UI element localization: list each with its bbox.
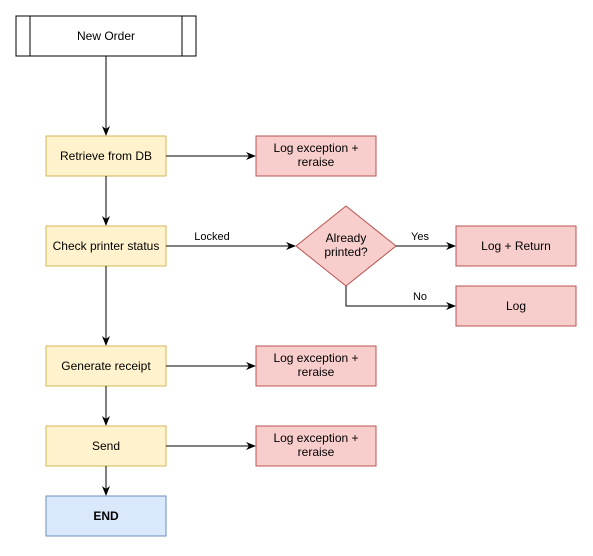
end-label: END bbox=[93, 509, 119, 523]
send-label: Send bbox=[92, 439, 120, 453]
node-start: New Order bbox=[16, 16, 196, 56]
node-logreturn: Log + Return bbox=[456, 226, 576, 266]
flowchart-canvas: New Order Retrieve from DB Log exception… bbox=[0, 0, 593, 556]
err-generate-l1: Log exception + bbox=[273, 351, 358, 365]
log-label: Log bbox=[506, 299, 526, 313]
retrieve-label: Retrieve from DB bbox=[60, 149, 152, 163]
node-err-retrieve: Log exception + reraise bbox=[256, 136, 376, 176]
node-generate: Generate receipt bbox=[46, 346, 166, 386]
err-send-l1: Log exception + bbox=[273, 431, 358, 445]
err-retrieve-l2: reraise bbox=[298, 155, 335, 169]
decision-l1: Already bbox=[326, 231, 367, 245]
node-err-send: Log exception + reraise bbox=[256, 426, 376, 466]
node-check: Check printer status bbox=[46, 226, 166, 266]
err-send-l2: reraise bbox=[298, 445, 335, 459]
node-end: END bbox=[46, 496, 166, 536]
node-log: Log bbox=[456, 286, 576, 326]
node-retrieve: Retrieve from DB bbox=[46, 136, 166, 176]
err-retrieve-l1: Log exception + bbox=[273, 141, 358, 155]
generate-label: Generate receipt bbox=[61, 359, 151, 373]
edge-no-label: No bbox=[413, 291, 427, 303]
node-send: Send bbox=[46, 426, 166, 466]
check-label: Check printer status bbox=[53, 239, 160, 253]
logreturn-label: Log + Return bbox=[481, 239, 551, 253]
node-err-generate: Log exception + reraise bbox=[256, 346, 376, 386]
node-decision: Already printed? bbox=[296, 206, 396, 286]
start-label: New Order bbox=[77, 29, 135, 43]
edge-decision-no bbox=[346, 286, 455, 306]
err-generate-l2: reraise bbox=[298, 365, 335, 379]
decision-l2: printed? bbox=[324, 245, 368, 259]
edge-locked-label: Locked bbox=[194, 231, 229, 243]
edge-yes-label: Yes bbox=[411, 231, 429, 243]
